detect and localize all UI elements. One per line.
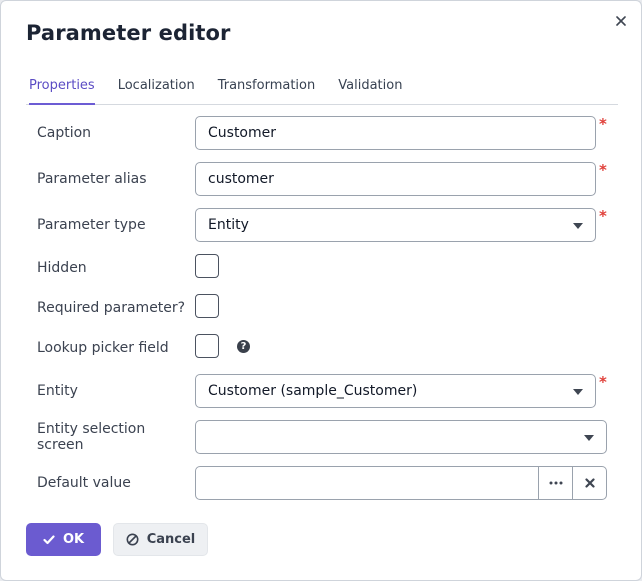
caption-required-marker: *	[599, 115, 607, 133]
close-button[interactable]	[611, 11, 631, 31]
tab-properties[interactable]: Properties	[29, 75, 95, 105]
close-icon	[616, 16, 626, 26]
lookup-row: Lookup picker field ?	[37, 334, 609, 360]
hidden-label: Hidden	[37, 259, 87, 276]
ban-icon	[126, 533, 139, 546]
caption-value: Customer	[208, 125, 277, 141]
dialog-title: Parameter editor	[26, 21, 231, 45]
caption-row: Caption Customer *	[37, 115, 609, 150]
picker-clear-button[interactable]	[572, 467, 606, 499]
type-label: Parameter type	[37, 216, 146, 233]
entity-required-marker: *	[599, 373, 607, 391]
tab-bar: Properties Localization Transformation V…	[26, 75, 618, 105]
required-param-row: Required parameter?	[37, 294, 609, 320]
alias-label: Parameter alias	[37, 170, 147, 187]
hidden-row: Hidden	[37, 254, 609, 280]
ok-button[interactable]: OK	[26, 523, 101, 556]
entity-label: Entity	[37, 382, 78, 399]
caption-label: Caption	[37, 124, 92, 141]
entity-screen-row: Entity selection screen	[37, 420, 609, 454]
question-circle-icon[interactable]: ?	[237, 340, 250, 353]
clear-icon	[584, 478, 595, 488]
caption-input[interactable]: Customer	[195, 116, 596, 150]
default-value-row: Default value	[37, 466, 609, 500]
cancel-button[interactable]: Cancel	[113, 523, 208, 556]
alias-value: customer	[208, 171, 274, 187]
check-icon	[43, 534, 55, 544]
tab-localization[interactable]: Localization	[118, 75, 195, 105]
alias-input[interactable]: customer	[195, 162, 596, 196]
entity-select[interactable]: Customer (sample_Customer)	[195, 374, 596, 408]
type-row: Parameter type Entity *	[37, 207, 609, 242]
ok-button-label: OK	[62, 532, 85, 547]
entity-row: Entity Customer (sample_Customer) *	[37, 373, 609, 408]
entity-value: Customer (sample_Customer)	[208, 383, 418, 399]
alias-row: Parameter alias customer *	[37, 161, 609, 196]
chevron-down-icon	[584, 435, 594, 441]
alias-required-marker: *	[599, 161, 607, 179]
chevron-down-icon	[573, 389, 583, 395]
lookup-checkbox[interactable]	[195, 334, 219, 358]
tab-validation[interactable]: Validation	[338, 75, 402, 105]
type-value: Entity	[208, 217, 249, 233]
hidden-checkbox[interactable]	[195, 254, 219, 278]
type-select[interactable]: Entity	[195, 208, 596, 242]
required-param-checkbox[interactable]	[195, 294, 219, 318]
entity-screen-label: Entity selection screen	[37, 420, 146, 453]
picker-lookup-button[interactable]	[538, 467, 572, 499]
parameter-editor-dialog: Parameter editor Properties Localization…	[0, 0, 642, 581]
cancel-button-label: Cancel	[146, 532, 196, 547]
type-required-marker: *	[599, 207, 607, 225]
required-param-label: Required parameter?	[37, 299, 186, 316]
entity-screen-select[interactable]	[195, 420, 607, 454]
tab-transformation[interactable]: Transformation	[218, 75, 316, 105]
chevron-down-icon	[573, 223, 583, 229]
default-value-label: Default value	[37, 474, 131, 491]
lookup-label: Lookup picker field	[37, 339, 169, 356]
default-value-picker[interactable]	[195, 466, 607, 500]
ellipsis-icon	[549, 481, 562, 485]
